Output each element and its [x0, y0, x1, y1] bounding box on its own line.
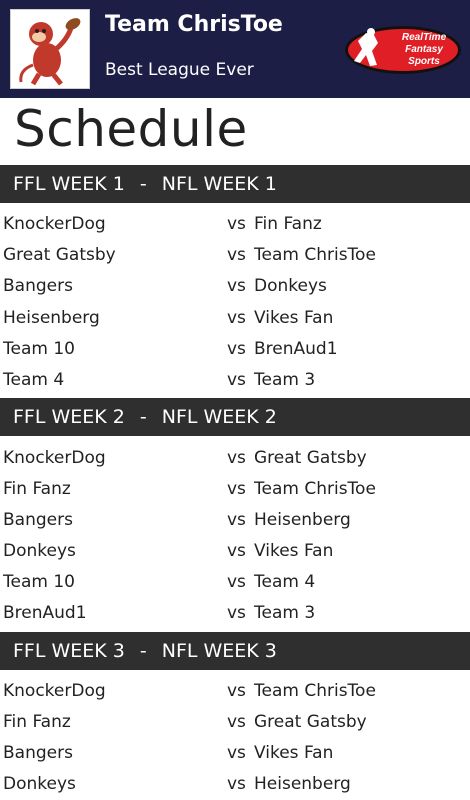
home-team: Team 4 [3, 370, 65, 390]
away-team: Fin Fanz [254, 214, 322, 234]
home-team: Team 10 [3, 572, 75, 592]
vs-label: vs [227, 339, 246, 359]
nfl-week-label: NFL WEEK 2 [161, 406, 277, 428]
matchup-row[interactable]: Fin Fanz vs Great Gatsby [0, 707, 470, 738]
vs-label: vs [227, 572, 246, 592]
vs-label: vs [227, 276, 246, 296]
matchup-row[interactable]: BrenAud1 vs Team 3 [0, 598, 470, 629]
ffl-week-label: FFL WEEK 3 [13, 640, 125, 662]
app-header: Team ChrisToe Best League Ever RealTime … [0, 0, 470, 98]
page-title: Schedule [14, 100, 248, 158]
league-name: Best League Ever [105, 60, 254, 80]
home-team: KnockerDog [3, 448, 106, 468]
vs-label: vs [227, 448, 246, 468]
brand-line-1: RealTime [402, 32, 447, 43]
matchup-row[interactable]: Donkeys vs Vikes Fan [0, 536, 470, 567]
away-team: Team ChrisToe [254, 245, 376, 265]
matchup-row[interactable]: Team 10 vs BrenAud1 [0, 334, 470, 365]
matchup-row[interactable]: KnockerDog vs Great Gatsby [0, 443, 470, 474]
away-team: Great Gatsby [254, 448, 367, 468]
week-separator: - [139, 640, 147, 662]
home-team: Bangers [3, 743, 73, 763]
matchup-row[interactable]: Fin Fanz vs Team ChrisToe [0, 474, 470, 505]
home-team: BrenAud1 [3, 603, 87, 623]
matchup-row[interactable]: Bangers vs Vikes Fan [0, 738, 470, 769]
matchup-row[interactable]: Donkeys vs Heisenberg [0, 769, 470, 800]
vs-label: vs [227, 370, 246, 390]
away-team: Donkeys [254, 276, 327, 296]
ffl-week-label: FFL WEEK 1 [13, 173, 125, 195]
matchup-row[interactable]: Bangers vs Heisenberg [0, 505, 470, 536]
week-header: FFL WEEK 2- NFL WEEK 2 [0, 398, 470, 436]
home-team: KnockerDog [3, 681, 106, 701]
team-avatar[interactable] [10, 9, 90, 89]
away-team: Vikes Fan [254, 743, 334, 763]
home-team: Team 10 [3, 339, 75, 359]
matchup-row[interactable]: Bangers vs Donkeys [0, 271, 470, 302]
away-team: Team 3 [254, 370, 316, 390]
home-team: Fin Fanz [3, 479, 71, 499]
home-team: Donkeys [3, 541, 76, 561]
away-team: Vikes Fan [254, 541, 334, 561]
vs-label: vs [227, 774, 246, 794]
away-team: BrenAud1 [254, 339, 338, 359]
monkey-mascot-icon [11, 10, 89, 88]
nfl-week-label: NFL WEEK 3 [161, 640, 277, 662]
week-header: FFL WEEK 1- NFL WEEK 1 [0, 165, 470, 203]
home-team: Bangers [3, 276, 73, 296]
matchup-row[interactable]: Team 4 vs Team 3 [0, 365, 470, 396]
away-team: Vikes Fan [254, 308, 334, 328]
away-team: Great Gatsby [254, 712, 367, 732]
week-header: FFL WEEK 3- NFL WEEK 3 [0, 632, 470, 670]
week-separator: - [139, 406, 147, 428]
vs-label: vs [227, 510, 246, 530]
vs-label: vs [227, 681, 246, 701]
vs-label: vs [227, 214, 246, 234]
away-team: Team ChrisToe [254, 681, 376, 701]
matchup-row[interactable]: Team 10 vs Team 4 [0, 567, 470, 598]
home-team: Donkeys [3, 774, 76, 794]
realtime-fantasy-sports-logo: RealTime Fantasy Sports [345, 26, 461, 74]
away-team: Team 3 [254, 603, 316, 623]
brand-line-2: Fantasy [405, 44, 443, 55]
team-name: Team ChrisToe [105, 12, 283, 37]
matchup-row[interactable]: Great Gatsby vs Team ChrisToe [0, 240, 470, 271]
matchup-row[interactable]: Heisenberg vs Vikes Fan [0, 303, 470, 334]
away-team: Team ChrisToe [254, 479, 376, 499]
brand-line-3: Sports [408, 56, 440, 67]
vs-label: vs [227, 245, 246, 265]
ffl-week-label: FFL WEEK 2 [13, 406, 125, 428]
home-team: Bangers [3, 510, 73, 530]
away-team: Team 4 [254, 572, 316, 592]
vs-label: vs [227, 308, 246, 328]
home-team: Fin Fanz [3, 712, 71, 732]
week-separator: - [139, 173, 147, 195]
away-team: Heisenberg [254, 510, 351, 530]
home-team: KnockerDog [3, 214, 106, 234]
home-team: Heisenberg [3, 308, 100, 328]
vs-label: vs [227, 603, 246, 623]
matchup-row[interactable]: KnockerDog vs Fin Fanz [0, 209, 470, 240]
vs-label: vs [227, 743, 246, 763]
matchup-row[interactable]: KnockerDog vs Team ChrisToe [0, 676, 470, 707]
vs-label: vs [227, 479, 246, 499]
nfl-week-label: NFL WEEK 1 [161, 173, 277, 195]
home-team: Great Gatsby [3, 245, 116, 265]
away-team: Heisenberg [254, 774, 351, 794]
vs-label: vs [227, 712, 246, 732]
vs-label: vs [227, 541, 246, 561]
